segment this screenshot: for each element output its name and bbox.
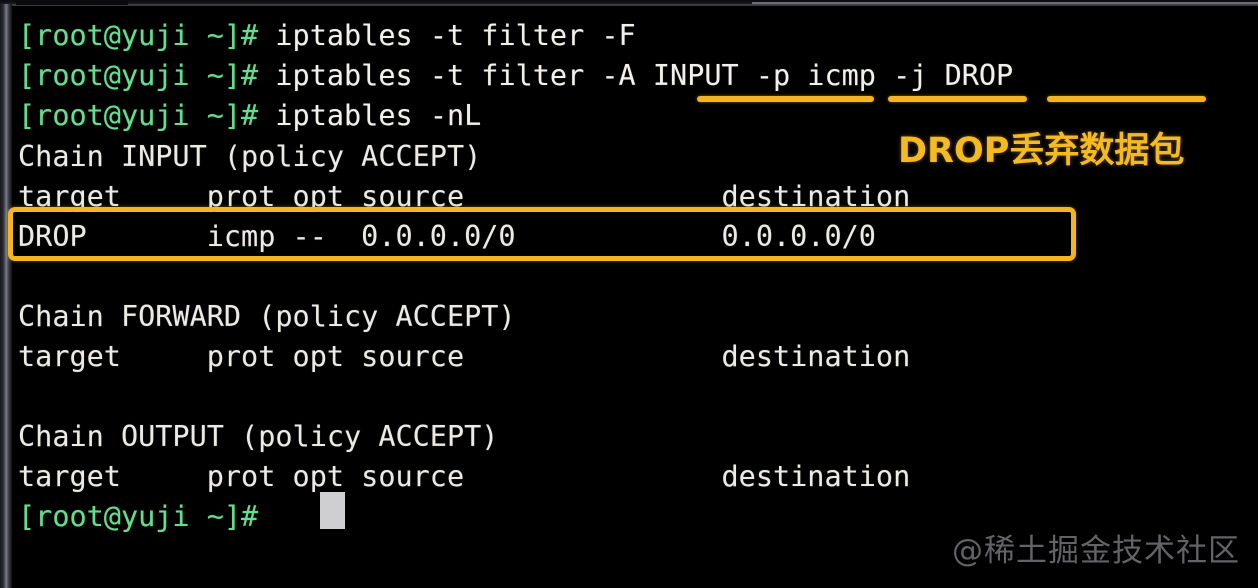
chain-forward-columns: target prot opt source destination bbox=[18, 340, 911, 373]
chain-input-columns: target prot opt source destination bbox=[18, 180, 911, 213]
terminal-line-1: [root@yuji ~]# iptables -t filter -F bbox=[18, 16, 636, 56]
underline-flag-p-icmp bbox=[888, 96, 1027, 102]
underline-flag-j-drop bbox=[1047, 96, 1206, 102]
command-text: iptables -t filter -F bbox=[275, 19, 636, 52]
underline-flag-a-input bbox=[697, 96, 874, 102]
shell-prompt: [root@yuji ~]# bbox=[18, 500, 276, 533]
chain-output-header: Chain OUTPUT (policy ACCEPT) bbox=[18, 420, 499, 453]
shell-prompt: [root@yuji ~]# bbox=[18, 19, 276, 52]
shell-prompt: [root@yuji ~]# bbox=[18, 59, 276, 92]
command-text: iptables -t filter -A INPUT -p icmp -j D… bbox=[275, 59, 1014, 92]
chain-forward-header: Chain FORWARD (policy ACCEPT) bbox=[18, 300, 516, 333]
command-text: iptables -nL bbox=[275, 99, 482, 132]
shell-prompt: [root@yuji ~]# bbox=[18, 99, 276, 132]
terminal-output-area[interactable]: [root@yuji ~]# iptables -t filter -F [ro… bbox=[12, 6, 1258, 588]
annotation-note: DROP丢弃数据包 bbox=[898, 131, 1185, 171]
text-cursor bbox=[320, 492, 345, 529]
chain-input-rule-row: DROP icmp -- 0.0.0.0/0 0.0.0.0/0 bbox=[18, 220, 876, 253]
terminal-scrollbar[interactable] bbox=[0, 4, 12, 588]
terminal-window: [root@yuji ~]# iptables -t filter -F [ro… bbox=[0, 0, 1258, 588]
terminal-line-13: [root@yuji ~]# bbox=[18, 497, 275, 537]
chain-output-columns: target prot opt source destination bbox=[18, 460, 911, 493]
chain-input-header: Chain INPUT (policy ACCEPT) bbox=[18, 140, 482, 173]
terminal-line-2: [root@yuji ~]# iptables -t filter -A INP… bbox=[18, 56, 1013, 96]
watermark: @稀土掘金技术社区 bbox=[952, 533, 1240, 569]
window-chrome-left-notch bbox=[16, 0, 128, 5]
window-chrome-right-rule bbox=[752, 2, 1258, 4]
terminal-line-3: [root@yuji ~]# iptables -nL bbox=[18, 96, 481, 136]
